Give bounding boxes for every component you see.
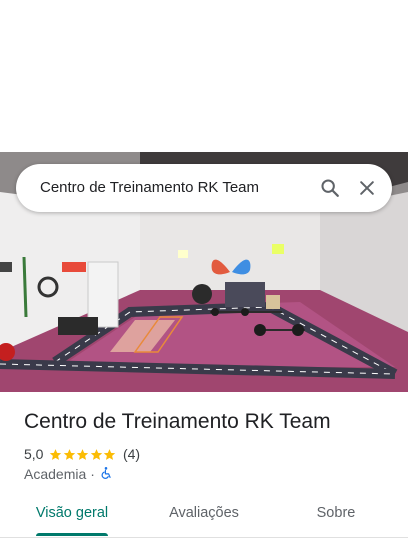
rating-value: 5,0: [24, 446, 44, 462]
star-icon: [77, 448, 89, 460]
star-icon: [90, 448, 103, 460]
place-title: Centro de Treinamento RK Team: [24, 410, 331, 433]
place-tabs: Visão geral Avaliações Sobre: [0, 490, 408, 538]
star-icon: [63, 448, 76, 460]
search-input[interactable]: Centro de Treinamento RK Team: [40, 164, 259, 212]
separator: ·: [90, 466, 95, 482]
tab-reviews[interactable]: Avaliações: [156, 490, 252, 536]
search-icon[interactable]: [316, 174, 344, 202]
rating-row[interactable]: 5,0 (4): [24, 445, 140, 463]
rating-stars: [49, 448, 117, 461]
place-info-panel: Centro de Treinamento RK Team 5,0 (4) Ac…: [0, 392, 408, 544]
close-icon[interactable]: [353, 174, 381, 202]
review-count[interactable]: (4): [123, 446, 140, 462]
wheelchair-icon: [99, 466, 113, 483]
tab-about[interactable]: Sobre: [296, 490, 376, 536]
search-bar[interactable]: Centro de Treinamento RK Team: [16, 164, 392, 212]
star-icon: [104, 448, 116, 460]
category-row: Academia ·: [24, 465, 113, 483]
tab-overview[interactable]: Visão geral: [24, 490, 120, 536]
map-blank-area: [0, 0, 408, 152]
active-tab-indicator: [36, 533, 108, 536]
star-icon: [50, 448, 62, 460]
category-label: Academia: [24, 466, 87, 482]
